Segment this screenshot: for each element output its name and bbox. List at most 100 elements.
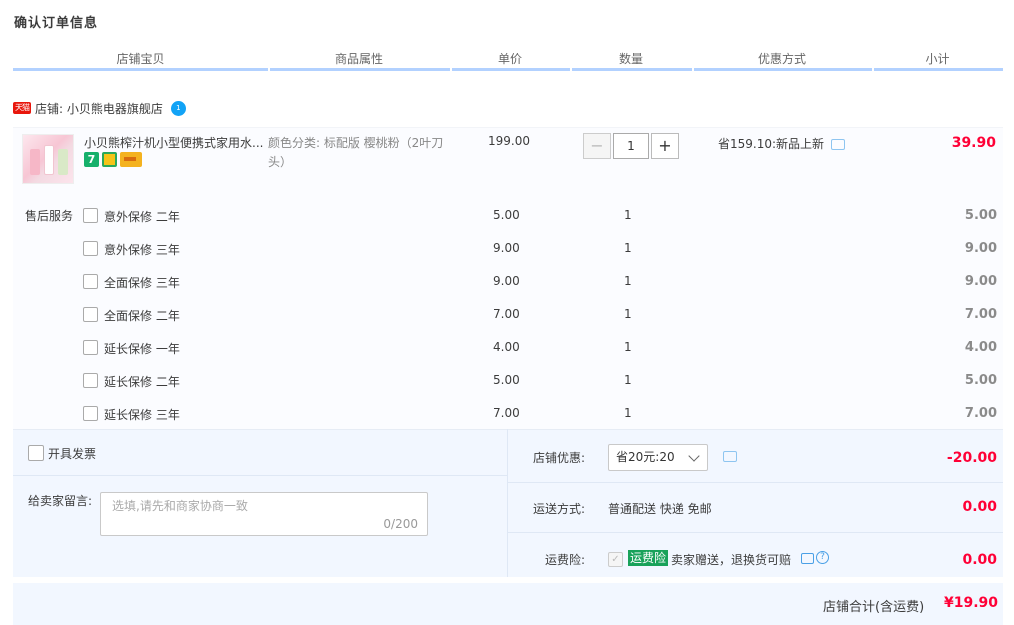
discount-comment-icon[interactable]: [723, 451, 737, 462]
service-total: 7.00: [964, 406, 997, 421]
item-subtotal: 39.90: [951, 135, 996, 151]
quantity-stepper: − 1 +: [583, 133, 679, 159]
service-price: 9.00: [493, 274, 520, 288]
seller-message-label: 给卖家留言:: [28, 494, 93, 508]
header-underline: [13, 68, 1003, 71]
bottle-shape: [58, 149, 68, 175]
seller-message-input[interactable]: [101, 493, 427, 519]
service-total: 7.00: [964, 307, 997, 322]
service-qty: 1: [624, 406, 632, 420]
insurance-amount: 0.00: [962, 552, 997, 568]
seven-day-return-icon[interactable]: 7: [84, 152, 99, 167]
service-qty: 1: [624, 208, 632, 222]
panel-divider: [508, 532, 1003, 533]
service-total: 9.00: [964, 274, 997, 289]
service-row: 全面保修 三年 9.00 1 9.00: [83, 273, 1003, 291]
seller-message-box: 0/200: [100, 492, 428, 536]
shop-discount-select[interactable]: 省20元:20: [608, 444, 708, 471]
service-qty: 1: [624, 307, 632, 321]
service-row: 延长保修 三年 7.00 1 7.00: [83, 405, 1003, 423]
service-row: 全面保修 二年 7.00 1 7.00: [83, 306, 1003, 324]
shop-name-link[interactable]: 店铺: 小贝熊电器旗舰店: [35, 100, 163, 117]
panel-divider: [508, 482, 1003, 483]
qty-input[interactable]: 1: [613, 133, 649, 159]
service-checkbox[interactable]: [83, 406, 98, 421]
shipping-amount: 0.00: [962, 499, 997, 515]
chat-contact-icon[interactable]: 1: [170, 100, 186, 116]
promotion-text: 省159.10:新品上新: [718, 137, 825, 151]
shop-discount-amount: -20.00: [946, 450, 997, 466]
shop-total-label: 店铺合计(含运费): [823, 600, 925, 615]
product-title-link[interactable]: 小贝熊榨汁机小型便携式家用水...: [84, 134, 264, 151]
bottle-shape: [30, 149, 40, 175]
service-price: 5.00: [493, 373, 520, 387]
service-row: 延长保修 一年 4.00 1 4.00: [83, 339, 1003, 357]
service-total: 9.00: [964, 241, 997, 256]
service-name: 延长保修 二年: [104, 375, 180, 389]
bottle-shape: [44, 145, 54, 175]
qty-increase-button[interactable]: +: [651, 133, 679, 159]
shop-discount-label: 店铺优惠:: [532, 451, 585, 465]
service-checkbox[interactable]: [83, 208, 98, 223]
header-separator: [268, 68, 270, 71]
shop-discount-selected: 省20元:20: [616, 450, 675, 464]
service-icons: 7: [84, 152, 142, 167]
service-checkbox[interactable]: [83, 340, 98, 355]
tmall-badge-icon: 天猫: [13, 102, 31, 114]
insurance-label: 运费险:: [544, 553, 585, 567]
shipping-label: 运送方式:: [532, 502, 585, 516]
qty-decrease-button[interactable]: −: [583, 133, 611, 159]
aftersale-label: 售后服务: [25, 209, 74, 223]
header-separator: [570, 68, 572, 71]
service-total: 5.00: [964, 208, 997, 223]
header-separator: [872, 68, 874, 71]
column-header-discount: 优惠方式: [757, 52, 806, 66]
service-qty: 1: [624, 373, 632, 387]
service-checkbox[interactable]: [83, 274, 98, 289]
service-price: 7.00: [493, 406, 520, 420]
shipping-method: 普通配送 快递 免邮: [608, 502, 712, 516]
product-attributes: 颜色分类: 标配版 樱桃粉（2叶刀头）: [268, 136, 444, 169]
service-price: 7.00: [493, 307, 520, 321]
column-header-attributes: 商品属性: [334, 52, 383, 66]
column-header-unit-price: 单价: [497, 52, 522, 66]
invoice-label[interactable]: 开具发票: [48, 445, 96, 462]
shop-row: 天猫 店铺: 小贝熊电器旗舰店 1: [13, 99, 186, 117]
column-header-quantity: 数量: [618, 52, 643, 66]
service-name: 意外保修 三年: [104, 243, 180, 257]
insurance-badge: 运费险: [628, 550, 669, 566]
shop-total-amount: ¥19.90: [944, 595, 999, 611]
guarantee-icon[interactable]: [102, 152, 117, 167]
service-qty: 1: [624, 241, 632, 255]
message-char-count: 0/200: [383, 517, 418, 531]
credit-card-icon[interactable]: [120, 152, 142, 167]
service-name: 全面保修 二年: [104, 309, 180, 323]
insurance-description: 卖家赠送，退换货可赔: [671, 553, 792, 567]
unit-price: 199.00: [488, 134, 530, 148]
help-icon[interactable]: ?: [816, 551, 829, 564]
service-name: 意外保修 二年: [104, 210, 180, 224]
column-header-shop-item: 店铺宝贝: [116, 52, 165, 66]
column-header-subtotal: 小计: [925, 52, 950, 66]
invoice-checkbox[interactable]: [28, 445, 44, 461]
service-checkbox[interactable]: [83, 373, 98, 388]
promo-comment-icon[interactable]: [831, 139, 845, 150]
service-qty: 1: [624, 274, 632, 288]
service-row: 意外保修 二年 5.00 1 5.00: [83, 207, 1003, 225]
service-checkbox[interactable]: [83, 307, 98, 322]
service-total: 4.00: [964, 340, 997, 355]
service-price: 9.00: [493, 241, 520, 255]
service-row: 延长保修 二年 5.00 1 5.00: [83, 372, 1003, 390]
comment-icon[interactable]: [801, 553, 814, 564]
service-price: 4.00: [493, 340, 520, 354]
insurance-checkbox[interactable]: ✓: [608, 552, 623, 567]
service-checkbox[interactable]: [83, 241, 98, 256]
service-row: 意外保修 三年 9.00 1 9.00: [83, 240, 1003, 258]
product-thumbnail[interactable]: [22, 134, 74, 184]
service-name: 延长保修 三年: [104, 408, 180, 422]
service-price: 5.00: [493, 208, 520, 222]
service-qty: 1: [624, 340, 632, 354]
service-total: 5.00: [964, 373, 997, 388]
service-name: 延长保修 一年: [104, 342, 180, 356]
header-separator: [450, 68, 452, 71]
